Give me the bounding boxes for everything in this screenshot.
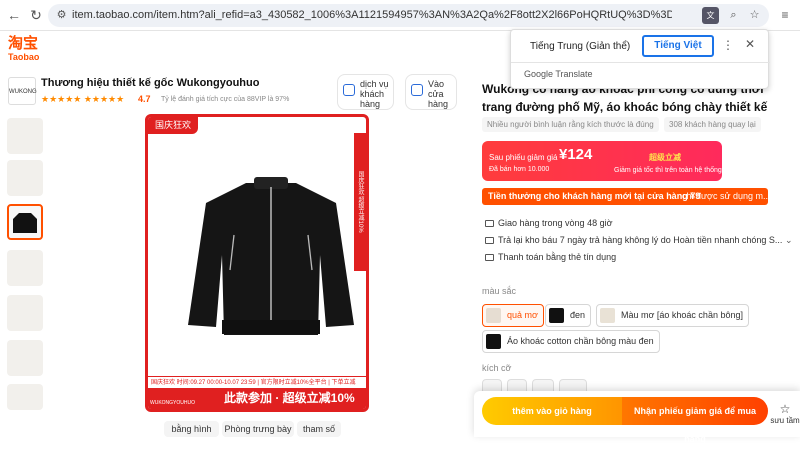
color-option-label: Áo khoác cotton chần bông màu đen (507, 336, 654, 346)
reload-icon[interactable]: ↻ (27, 6, 45, 24)
taobao-logo-sub: Taobao (8, 52, 40, 62)
black-jacket-image (188, 177, 354, 335)
shop-score: 4.7 (138, 94, 151, 104)
add-to-cart-button[interactable]: thêm vào giỏ hàng (482, 397, 622, 425)
jacket-thumbnail-image (13, 213, 37, 233)
credit-card-icon (485, 254, 494, 262)
arrow-left-icon[interactable]: ← (5, 6, 23, 24)
promo-banner-top: 国庆狂欢 (148, 117, 198, 134)
price-box: Sau phiếu giảm giá ¥124 Đã bán hơn 10.00… (482, 141, 722, 181)
url-text[interactable]: item.taobao.com/item.htm?ali_refid=a3_43… (72, 9, 672, 21)
brand-badge: WUKONGYOUHUO (150, 400, 195, 406)
buy-with-coupon-button[interactable]: Nhận phiếu giảm giá để mua hàng (622, 397, 768, 444)
service-shipping-label: Giao hàng trong vòng 48 giờ (498, 218, 613, 228)
service-returns-label: Trả lại kho báu 7 ngày trả hàng không lý… (498, 235, 783, 245)
thumbnail[interactable] (7, 118, 43, 154)
favorite-label: sưu tầm (770, 416, 800, 425)
sold-count: Đã bán hơn 10.000 (489, 166, 550, 173)
chat-icon (343, 84, 355, 96)
translate-icon[interactable]: 文 (702, 7, 719, 24)
review-tag[interactable]: Nhiều người bình luận rằng kích thước là… (482, 117, 659, 132)
customer-service-button[interactable]: dịch vụ khách hàng (337, 74, 394, 110)
service-returns[interactable]: Trả lại kho báu 7 ngày trả hàng không lý… (485, 235, 782, 245)
thumbnail[interactable] (7, 160, 43, 196)
more-options-icon[interactable]: ⋮ (722, 38, 734, 52)
promo-time-line: 国庆狂欢 时间:09.27 00:00-10.07 23:59 | 官方限时立减… (148, 376, 366, 388)
price-value: ¥124 (559, 146, 593, 163)
price-label: Sau phiếu giảm giá (489, 153, 558, 162)
thumbnail[interactable] (7, 340, 43, 376)
visit-store-label: Vào cửa hàng (428, 79, 449, 109)
thumbnail[interactable] (7, 295, 43, 331)
translate-popup: Tiếng Trung (Giản thể) Tiếng Việt ⋮ ✕ Go… (510, 29, 770, 89)
close-icon[interactable]: ✕ (745, 37, 755, 51)
chevron-down-icon[interactable]: ⌄ (785, 235, 793, 246)
color-option-label: quả mơ (507, 310, 538, 320)
service-shipping: Giao hàng trong vòng 48 giờ (485, 218, 612, 228)
black-swatch (549, 308, 564, 323)
apricot-quilted-swatch (600, 308, 615, 323)
truck-icon (485, 220, 494, 228)
google-translate-brand: Google Translate (524, 69, 593, 79)
color-option-apricot[interactable]: quả mơ (482, 304, 544, 327)
black-quilted-swatch (486, 334, 501, 349)
repeat-customer-tag[interactable]: 308 khách hàng quay lại (664, 117, 761, 132)
coupon-rest-text: chỉ được sử dụng m... (682, 191, 768, 201)
color-option-black[interactable]: đen (545, 304, 592, 327)
promo-note: Giảm giá tốc thì trên toàn hệ thống (614, 167, 722, 174)
new-customer-coupon[interactable]: Tiền thưởng cho khách hàng mới tại cửa h… (482, 188, 768, 205)
return-icon (485, 237, 494, 245)
popup-divider (511, 62, 770, 63)
color-label: màu sắc (482, 286, 517, 296)
thumbnail-selected[interactable] (7, 204, 43, 240)
store-icon (411, 84, 423, 96)
star-icon[interactable]: ☆ (746, 7, 763, 24)
shop-avatar[interactable]: WUKONG (8, 77, 37, 105)
tab-gallery[interactable]: Phòng trưng bày (222, 421, 294, 437)
color-option-label: Màu mơ [áo khoác chần bông] (621, 310, 743, 320)
browser-toolbar: ← ↻ ⚙ item.taobao.com/item.htm?ali_refid… (0, 0, 800, 31)
color-option-black-quilted[interactable]: Áo khoác cotton chần bông màu đen (482, 330, 660, 353)
promo-bottom-text: 此款参加 · 超级立减10% (224, 391, 355, 405)
shop-name[interactable]: Thương hiệu thiết kế gốc Wukongyouhuo (41, 77, 259, 89)
size-label: kích cỡ (482, 363, 512, 373)
thumbnail[interactable] (7, 384, 43, 410)
main-product-image[interactable]: 国庆狂欢 国庆狂欢 超级立减10% 国庆狂欢 时间:09.27 00:00-10… (145, 114, 369, 412)
apricot-swatch (486, 308, 501, 323)
taobao-logo[interactable]: 淘宝 (8, 36, 38, 51)
shop-stars: ★★★★★ ★★★★★ (41, 94, 125, 104)
star-icon: ☆ (779, 402, 791, 416)
thumbnail[interactable] (7, 250, 43, 286)
source-language-option[interactable]: Tiếng Trung (Giản thể) (530, 38, 630, 56)
color-option-apricot-quilted[interactable]: Màu mơ [áo khoác chần bông] (596, 304, 749, 327)
color-option-label: đen (570, 310, 586, 320)
shop-note: Tỷ lệ đánh giá tích cực của 88VIP là 97% (161, 96, 290, 103)
service-payment: Thanh toán bằng thẻ tín dụng (485, 252, 616, 262)
address-bar[interactable]: ⚙ item.taobao.com/item.htm?ali_refid=a3_… (48, 4, 769, 27)
customer-service-label: dịch vụ khách hàng (360, 79, 389, 109)
favorite-button[interactable]: ☆ sưu tầm (770, 402, 800, 425)
site-info-icon[interactable]: ⚙ (53, 7, 70, 24)
service-payment-label: Thanh toán bằng thẻ tín dụng (498, 252, 617, 262)
coupon-bold-text: Tiền thưởng cho khách hàng mới tại cửa h… (488, 191, 701, 201)
promo-tag: 超级立减 (649, 153, 681, 162)
visit-store-button[interactable]: Vào cửa hàng (405, 74, 457, 110)
zoom-icon[interactable]: ⌕ (725, 7, 742, 24)
target-language-option[interactable]: Tiếng Việt (642, 35, 714, 57)
menu-icon[interactable]: ≡ (776, 6, 794, 24)
tab-params[interactable]: tham số (297, 421, 341, 437)
tab-video[interactable]: bằng hình (164, 421, 219, 437)
